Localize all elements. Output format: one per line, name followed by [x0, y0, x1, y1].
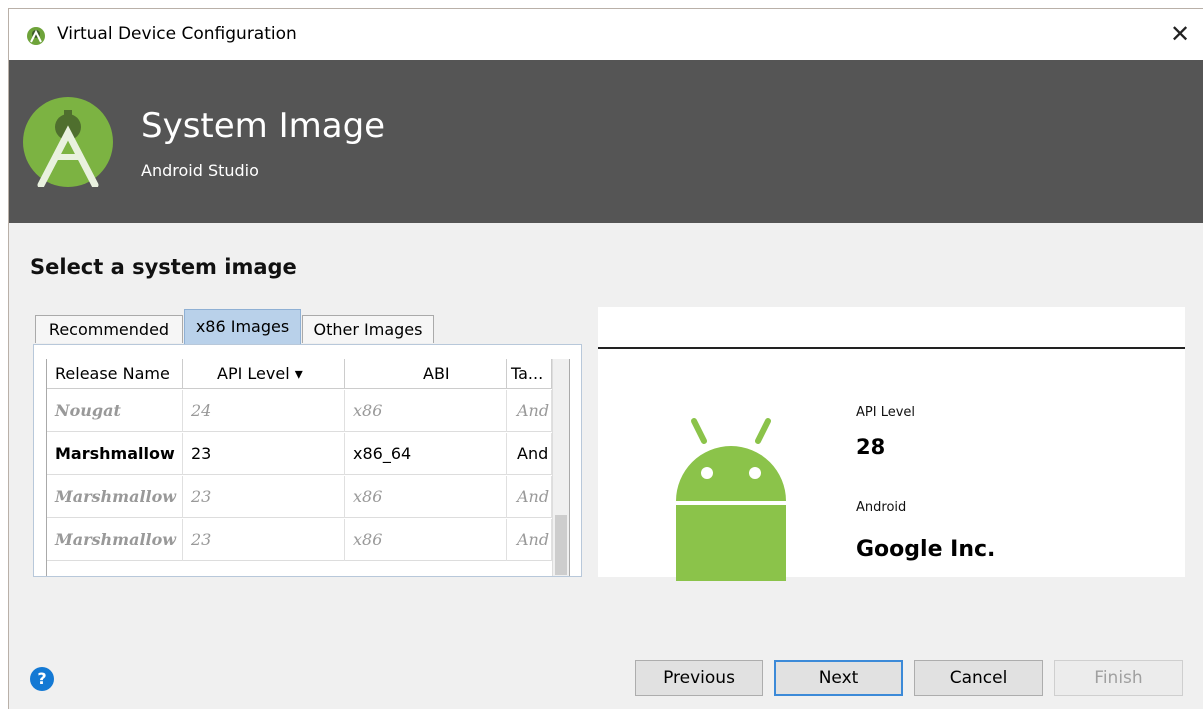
api-level-value: 28: [856, 435, 886, 459]
column-api-level[interactable]: API Level ▾: [183, 359, 345, 389]
cancel-button[interactable]: Cancel: [914, 660, 1043, 696]
android-robot-icon: [676, 418, 786, 581]
table-row[interactable]: Marshmallow 23 x86_64 And: [47, 433, 552, 475]
cell-api-level: 24: [183, 390, 345, 432]
column-abi[interactable]: ABI: [345, 359, 507, 389]
cell-api-level: 23: [183, 476, 345, 518]
tab-other-images[interactable]: Other Images: [302, 315, 434, 343]
cell-target: And: [507, 519, 552, 561]
system-image-table: Release Name API Level ▾ ABI Ta... Nouga…: [46, 359, 570, 576]
dialog-window: Virtual Device Configuration ✕ System Im…: [8, 8, 1203, 709]
cell-target: And: [507, 433, 552, 475]
cell-release-name: Nougat: [47, 390, 183, 432]
header-banner: System Image Android Studio: [9, 60, 1203, 223]
finish-button[interactable]: Finish: [1054, 660, 1183, 696]
close-button[interactable]: ✕: [1163, 17, 1197, 51]
table-header: Release Name API Level ▾ ABI Ta...: [47, 359, 552, 389]
tab-x86-images[interactable]: x86 Images: [184, 309, 301, 344]
cell-abi: x86: [345, 390, 507, 432]
column-target[interactable]: Ta...: [507, 359, 552, 389]
cell-abi: x86_64: [345, 433, 507, 475]
api-level-label: API Level: [856, 405, 916, 420]
cell-target: And: [507, 390, 552, 432]
banner-subtitle: Android Studio: [141, 161, 259, 180]
cell-target: And: [507, 476, 552, 518]
cell-release-name: Marshmallow: [47, 433, 183, 475]
scrollbar-thumb[interactable]: [555, 515, 567, 575]
table-row[interactable]: Nougat 24 x86 And: [47, 390, 552, 432]
os-label: Android: [856, 500, 907, 515]
table-row[interactable]: Marshmallow 23 x86 And: [47, 476, 552, 518]
cell-api-level: 23: [183, 433, 345, 475]
detail-divider: [598, 347, 1185, 349]
cell-abi: x86: [345, 476, 507, 518]
system-image-table-panel: Release Name API Level ▾ ABI Ta... Nouga…: [33, 344, 582, 577]
tab-recommended[interactable]: Recommended: [35, 315, 183, 343]
previous-button[interactable]: Previous: [635, 660, 763, 696]
window-title: Virtual Device Configuration: [57, 24, 297, 44]
image-detail-panel: API Level 28 Android Google Inc.: [598, 307, 1185, 581]
table-row[interactable]: Marshmallow 23 x86 And: [47, 519, 552, 561]
page-heading: Select a system image: [30, 255, 297, 279]
title-bar: Virtual Device Configuration ✕: [9, 9, 1203, 60]
banner-title: System Image: [141, 106, 386, 146]
android-studio-icon: [27, 27, 45, 45]
next-button[interactable]: Next: [774, 660, 903, 696]
cell-release-name: Marshmallow: [47, 519, 183, 561]
help-icon[interactable]: ?: [30, 667, 54, 691]
column-release-name[interactable]: Release Name: [47, 359, 183, 389]
vendor-value: Google Inc.: [856, 537, 996, 562]
cell-api-level: 23: [183, 519, 345, 561]
android-studio-logo-icon: [23, 97, 113, 187]
table-scrollbar[interactable]: [552, 359, 569, 576]
cell-release-name: Marshmallow: [47, 476, 183, 518]
cell-abi: x86: [345, 519, 507, 561]
